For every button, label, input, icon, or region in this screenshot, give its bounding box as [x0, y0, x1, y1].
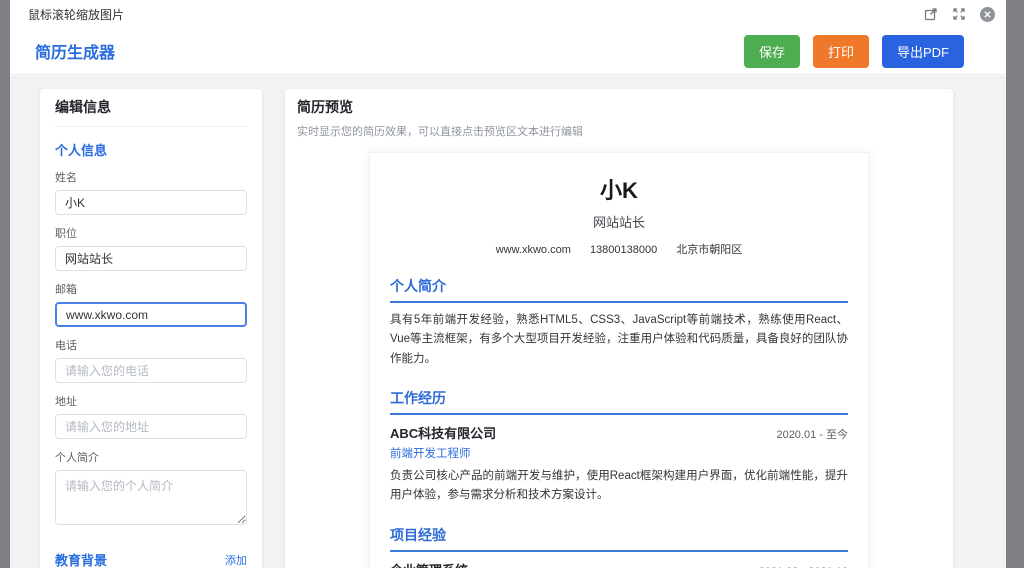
email-input[interactable]: [55, 302, 247, 327]
viewer-hint-text: 鼠标滚轮缩放图片: [28, 7, 125, 22]
app-header: 简历生成器 保存 打印 导出PDF: [10, 28, 1006, 75]
viewer-topbar: 鼠标滚轮缩放图片: [10, 0, 1006, 28]
resume-website[interactable]: www.xkwo.com: [496, 244, 571, 256]
resume-project-section: 项目经验 企业管理系统 2021.03 - 2021.10 担任角色：前端负责人…: [390, 525, 848, 568]
resume-name[interactable]: 小K: [390, 173, 848, 205]
open-in-new-icon[interactable]: [922, 5, 940, 23]
edit-panel-title: 编辑信息: [55, 97, 247, 127]
preview-panel-title: 简历预览: [297, 99, 353, 115]
close-icon[interactable]: [978, 5, 996, 23]
resume-location[interactable]: 北京市朝阳区: [676, 244, 742, 256]
resume-work-title: 工作经历: [390, 388, 848, 415]
fullscreen-icon[interactable]: [950, 5, 968, 23]
add-education-link[interactable]: 添加: [225, 552, 247, 568]
education-section-title: 教育背景: [55, 553, 108, 568]
resume-project-title: 项目经验: [390, 525, 848, 552]
position-input[interactable]: [55, 246, 247, 271]
resume-paper: 小K 网站站长 www.xkwo.com 13800138000 北京市朝阳区 …: [369, 152, 869, 568]
image-viewer-modal: 鼠标滚轮缩放图片 简历生成器 保存 打印 导出PDF 编辑信息 个人信息 姓名 …: [10, 0, 1006, 568]
bio-textarea[interactable]: [55, 470, 247, 525]
resume-contact-line: www.xkwo.com 13800138000 北京市朝阳区: [390, 241, 848, 257]
save-button[interactable]: 保存: [743, 34, 800, 68]
app-title: 简历生成器: [35, 45, 116, 62]
resume-phone[interactable]: 13800138000: [590, 244, 657, 256]
position-field-label: 职位: [55, 228, 77, 240]
email-field-label: 邮箱: [55, 284, 77, 296]
resume-project-name[interactable]: 企业管理系统: [390, 560, 468, 568]
resume-work-section: 工作经历 ABC科技有限公司 2020.01 - 至今 前端开发工程师 负责公司…: [390, 388, 848, 506]
address-field-label: 地址: [55, 396, 77, 408]
address-input[interactable]: [55, 414, 247, 439]
phone-input[interactable]: [55, 358, 247, 383]
resume-profile-body[interactable]: 具有5年前端开发经验，熟悉HTML5、CSS3、JavaScript等前端技术，…: [390, 311, 848, 369]
preview-panel: 简历预览 实时显示您的简历效果，可以直接点击预览区文本进行编辑 小K 网站站长 …: [285, 89, 953, 568]
resume-profile-section: 个人简介 具有5年前端开发经验，熟悉HTML5、CSS3、JavaScript等…: [390, 276, 848, 369]
personal-info-section-title: 个人信息: [55, 143, 108, 158]
content-area: 编辑信息 个人信息 姓名 职位 邮箱 电话 地址 个人简介 教育背景 添加: [10, 76, 1006, 568]
export-pdf-button[interactable]: 导出PDF: [881, 34, 964, 68]
name-field-label: 姓名: [55, 172, 77, 184]
resume-work-company[interactable]: ABC科技有限公司: [390, 423, 496, 442]
print-button[interactable]: 打印: [812, 34, 869, 68]
edit-panel: 编辑信息 个人信息 姓名 职位 邮箱 电话 地址 个人简介 教育背景 添加: [40, 89, 262, 568]
resume-profile-title: 个人简介: [390, 276, 848, 303]
preview-panel-subtitle: 实时显示您的简历效果，可以直接点击预览区文本进行编辑: [297, 126, 583, 138]
phone-field-label: 电话: [55, 340, 77, 352]
resume-work-period[interactable]: 2020.01 - 至今: [776, 426, 848, 442]
bio-field-label: 个人简介: [55, 452, 99, 464]
resume-work-role[interactable]: 前端开发工程师: [390, 445, 848, 461]
name-input[interactable]: [55, 190, 247, 215]
resume-work-body[interactable]: 负责公司核心产品的前端开发与维护，使用React框架构建用户界面，优化前端性能，…: [390, 467, 848, 506]
resume-job-title[interactable]: 网站站长: [390, 212, 848, 231]
